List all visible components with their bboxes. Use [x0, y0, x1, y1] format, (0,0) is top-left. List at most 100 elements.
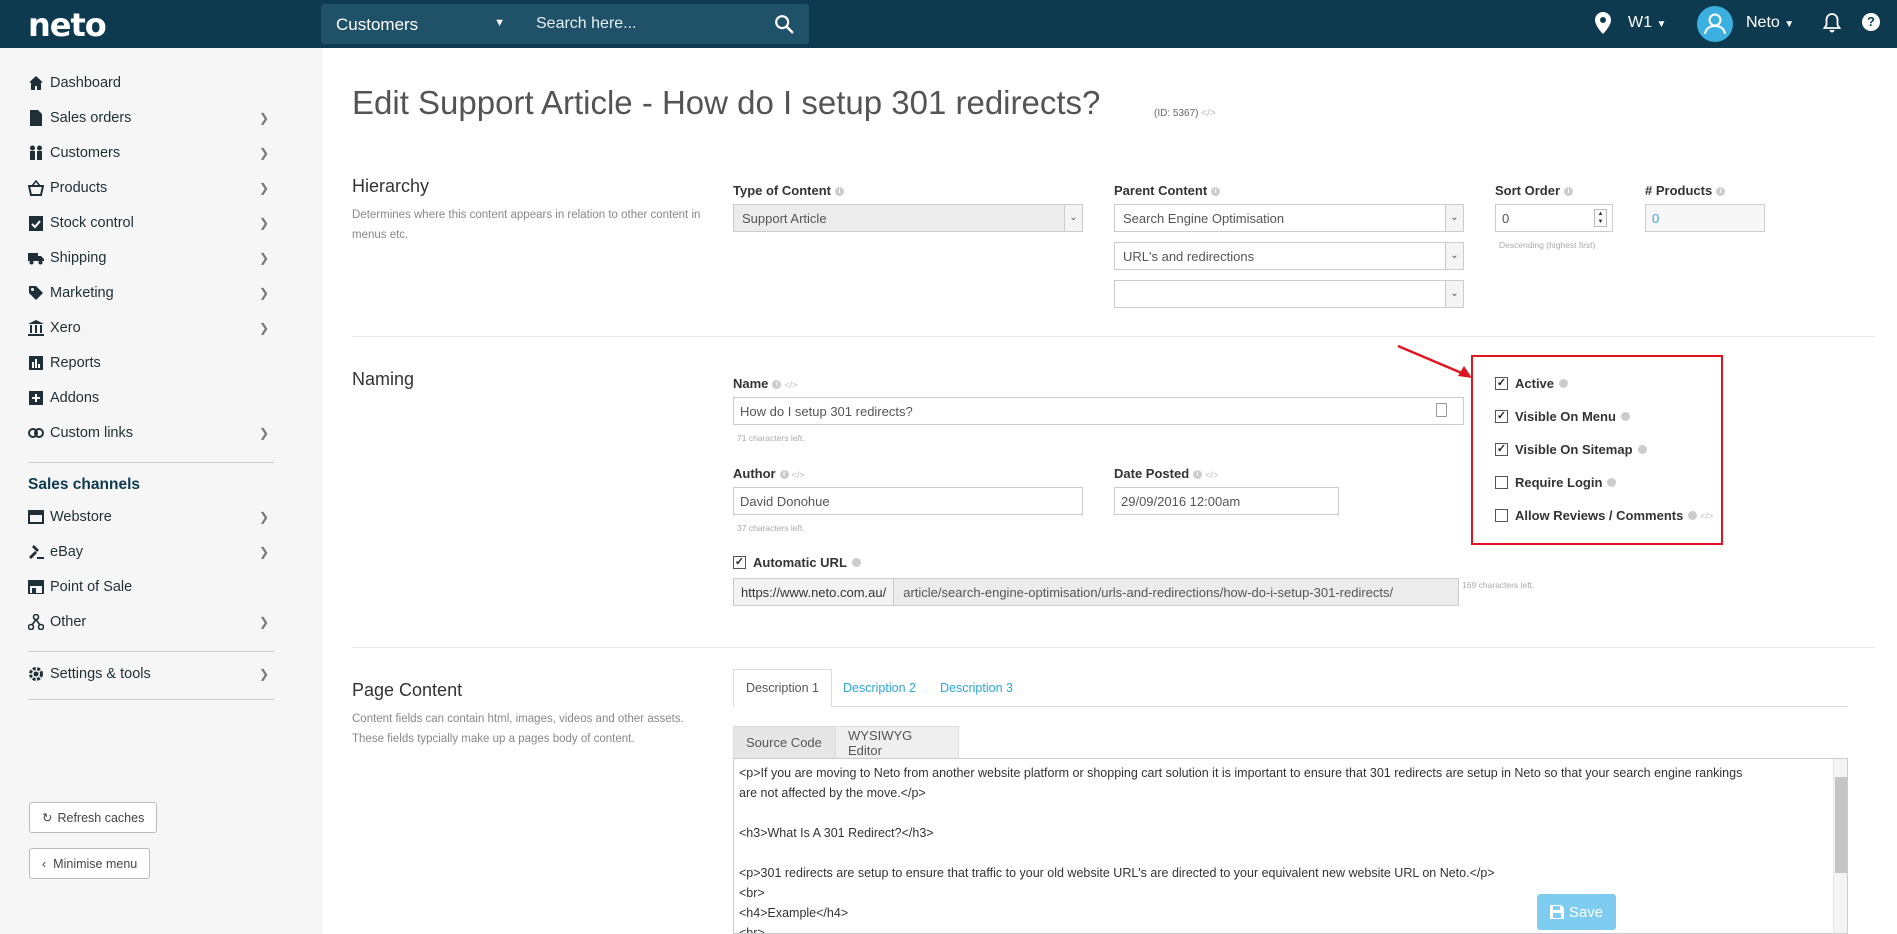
refresh-caches-button[interactable]: ↻ Refresh caches — [29, 802, 158, 833]
minimise-menu-button[interactable]: ‹ Minimise menu — [29, 848, 151, 879]
user-menu[interactable]: Neto ▼ — [1746, 14, 1794, 32]
info-icon[interactable] — [1607, 478, 1617, 487]
url-field[interactable]: https://www.neto.com.au/ article/search-… — [733, 578, 1459, 606]
search-icon[interactable] — [773, 13, 795, 35]
info-icon[interactable] — [1620, 412, 1630, 421]
info-icon[interactable]: i — [772, 380, 782, 390]
info-icon[interactable]: i — [779, 470, 789, 480]
refresh-icon: ↻ — [42, 811, 53, 825]
products-count-value: 0 — [1645, 204, 1765, 232]
code-line: are not affected by the move.</p> — [739, 786, 926, 800]
sidebar-item-ebay[interactable]: eBay ❯ — [28, 537, 273, 567]
sort-order-hint: Descending (highest first) — [1499, 240, 1596, 250]
select-value: URL's and redirections — [1123, 248, 1255, 264]
editor-scrollbar[interactable] — [1833, 759, 1847, 933]
label-text: Name — [733, 376, 769, 391]
chevron-right-icon: ❯ — [258, 146, 269, 160]
location-dropdown[interactable]: W1 ▼ — [1628, 14, 1666, 32]
sidebar-item-label: Reports — [50, 355, 101, 371]
code-icon[interactable]: </> — [792, 470, 805, 480]
search-input[interactable] — [526, 4, 766, 44]
checkbox-label: Require Login — [1515, 475, 1603, 490]
home-icon — [28, 75, 44, 91]
info-icon[interactable]: i — [1564, 187, 1574, 197]
nav-divider — [28, 651, 274, 652]
visible-on-sitemap-checkbox[interactable]: ✓ Visible On Sitemap — [1495, 442, 1647, 457]
user-avatar[interactable] — [1697, 6, 1733, 42]
url-hint: 169 characters left. — [1462, 580, 1535, 590]
info-icon[interactable]: i — [834, 187, 844, 197]
gavel-icon — [28, 544, 44, 560]
sidebar-item-other[interactable]: Other ❯ — [28, 607, 273, 637]
neto-logo[interactable]: neto — [28, 6, 107, 44]
info-icon[interactable] — [1637, 445, 1647, 454]
save-button[interactable]: Save — [1537, 894, 1616, 930]
sidebar-item-custom-links[interactable]: Custom links ❯ — [28, 418, 273, 448]
active-checkbox[interactable]: ✓ Active — [1495, 376, 1569, 391]
people-icon — [28, 145, 44, 161]
sidebar-item-label: Customers — [50, 145, 121, 161]
sidebar-item-settings[interactable]: Settings & tools ❯ — [28, 659, 273, 689]
parent-content-select-2[interactable]: URL's and redirections ⌄ — [1114, 242, 1464, 270]
chevron-right-icon: ❯ — [258, 545, 269, 559]
code-icon[interactable]: </> — [1205, 470, 1218, 480]
bell-icon[interactable] — [1823, 13, 1841, 33]
sidebar-item-label: Shipping — [50, 250, 107, 266]
sidebar-item-label: Xero — [50, 320, 81, 336]
sidebar-item-reports[interactable]: Reports — [28, 348, 273, 378]
tab-source-code[interactable]: Source Code — [733, 726, 836, 759]
link-icon — [28, 425, 44, 441]
tab-description-2[interactable]: Description 2 — [831, 669, 928, 707]
tab-description-1[interactable]: Description 1 — [733, 669, 832, 707]
name-input[interactable] — [733, 397, 1464, 425]
info-icon[interactable]: i — [1716, 187, 1726, 197]
chevron-down-icon: ⌄ — [1445, 243, 1463, 269]
type-of-content-label: Type of Content i — [733, 183, 844, 198]
automatic-url-checkbox[interactable]: ✓ Automatic URL — [733, 555, 861, 570]
info-icon[interactable] — [1688, 511, 1698, 520]
clipboard-icon[interactable] — [1436, 403, 1447, 417]
sidebar-item-products[interactable]: Products ❯ — [28, 173, 273, 203]
map-pin-icon[interactable] — [1595, 12, 1611, 34]
allow-reviews-checkbox[interactable]: Allow Reviews / Comments </> — [1495, 508, 1713, 523]
code-icon[interactable]: </> — [784, 380, 797, 390]
author-input[interactable] — [733, 487, 1083, 515]
network-icon — [28, 614, 44, 630]
tab-description-3[interactable]: Description 3 — [928, 669, 1025, 707]
search-type-select[interactable]: Customers ▼ — [321, 4, 521, 44]
require-login-checkbox[interactable]: Require Login — [1495, 475, 1617, 490]
sidebar-item-shipping[interactable]: Shipping ❯ — [28, 243, 273, 273]
source-code-editor[interactable]: <p>If you are moving to Neto from anothe… — [733, 758, 1848, 934]
visible-on-menu-checkbox[interactable]: ✓ Visible On Menu — [1495, 409, 1630, 424]
sidebar-item-addons[interactable]: Addons — [28, 383, 273, 413]
code-icon[interactable]: </> — [1201, 108, 1215, 119]
sidebar-item-point-of-sale[interactable]: Point of Sale — [28, 572, 273, 602]
checkbox-label: Active — [1515, 376, 1555, 391]
parent-content-select-3[interactable]: ⌄ — [1114, 280, 1464, 308]
sidebar-item-stock-control[interactable]: Stock control ❯ — [28, 208, 273, 238]
section-divider — [352, 336, 1875, 337]
sidebar-item-webstore[interactable]: Webstore ❯ — [28, 502, 273, 532]
type-of-content-select[interactable]: Support Article ⌄ — [733, 204, 1083, 232]
date-posted-input[interactable] — [1114, 487, 1339, 515]
info-icon[interactable]: i — [1211, 187, 1221, 197]
parent-content-select-1[interactable]: Search Engine Optimisation ⌄ — [1114, 204, 1464, 232]
tab-wysiwyg-editor[interactable]: WYSIWYG Editor — [835, 726, 959, 759]
checkbox-checked-icon: ✓ — [1495, 443, 1508, 456]
sidebar-item-sales-orders[interactable]: Sales orders ❯ — [28, 103, 273, 133]
checkbox-unchecked-icon — [1495, 509, 1508, 522]
info-icon[interactable] — [851, 558, 861, 567]
info-icon[interactable]: i — [1193, 470, 1203, 480]
sidebar-item-label: Addons — [50, 390, 100, 406]
sidebar-item-xero[interactable]: Xero ❯ — [28, 313, 273, 343]
sidebar-item-customers[interactable]: Customers ❯ — [28, 138, 273, 168]
chevron-right-icon: ❯ — [258, 426, 269, 440]
sort-order-stepper[interactable]: ▲ ▼ — [1594, 209, 1607, 227]
info-icon[interactable] — [1559, 379, 1569, 388]
sidebar-item-dashboard[interactable]: Dashboard — [28, 68, 273, 98]
code-line: <br> — [739, 886, 765, 900]
help-icon[interactable]: ? — [1862, 13, 1880, 31]
sidebar-item-marketing[interactable]: Marketing ❯ — [28, 278, 273, 308]
scrollbar-thumb[interactable] — [1835, 777, 1847, 873]
code-icon[interactable]: </> — [1700, 511, 1713, 521]
